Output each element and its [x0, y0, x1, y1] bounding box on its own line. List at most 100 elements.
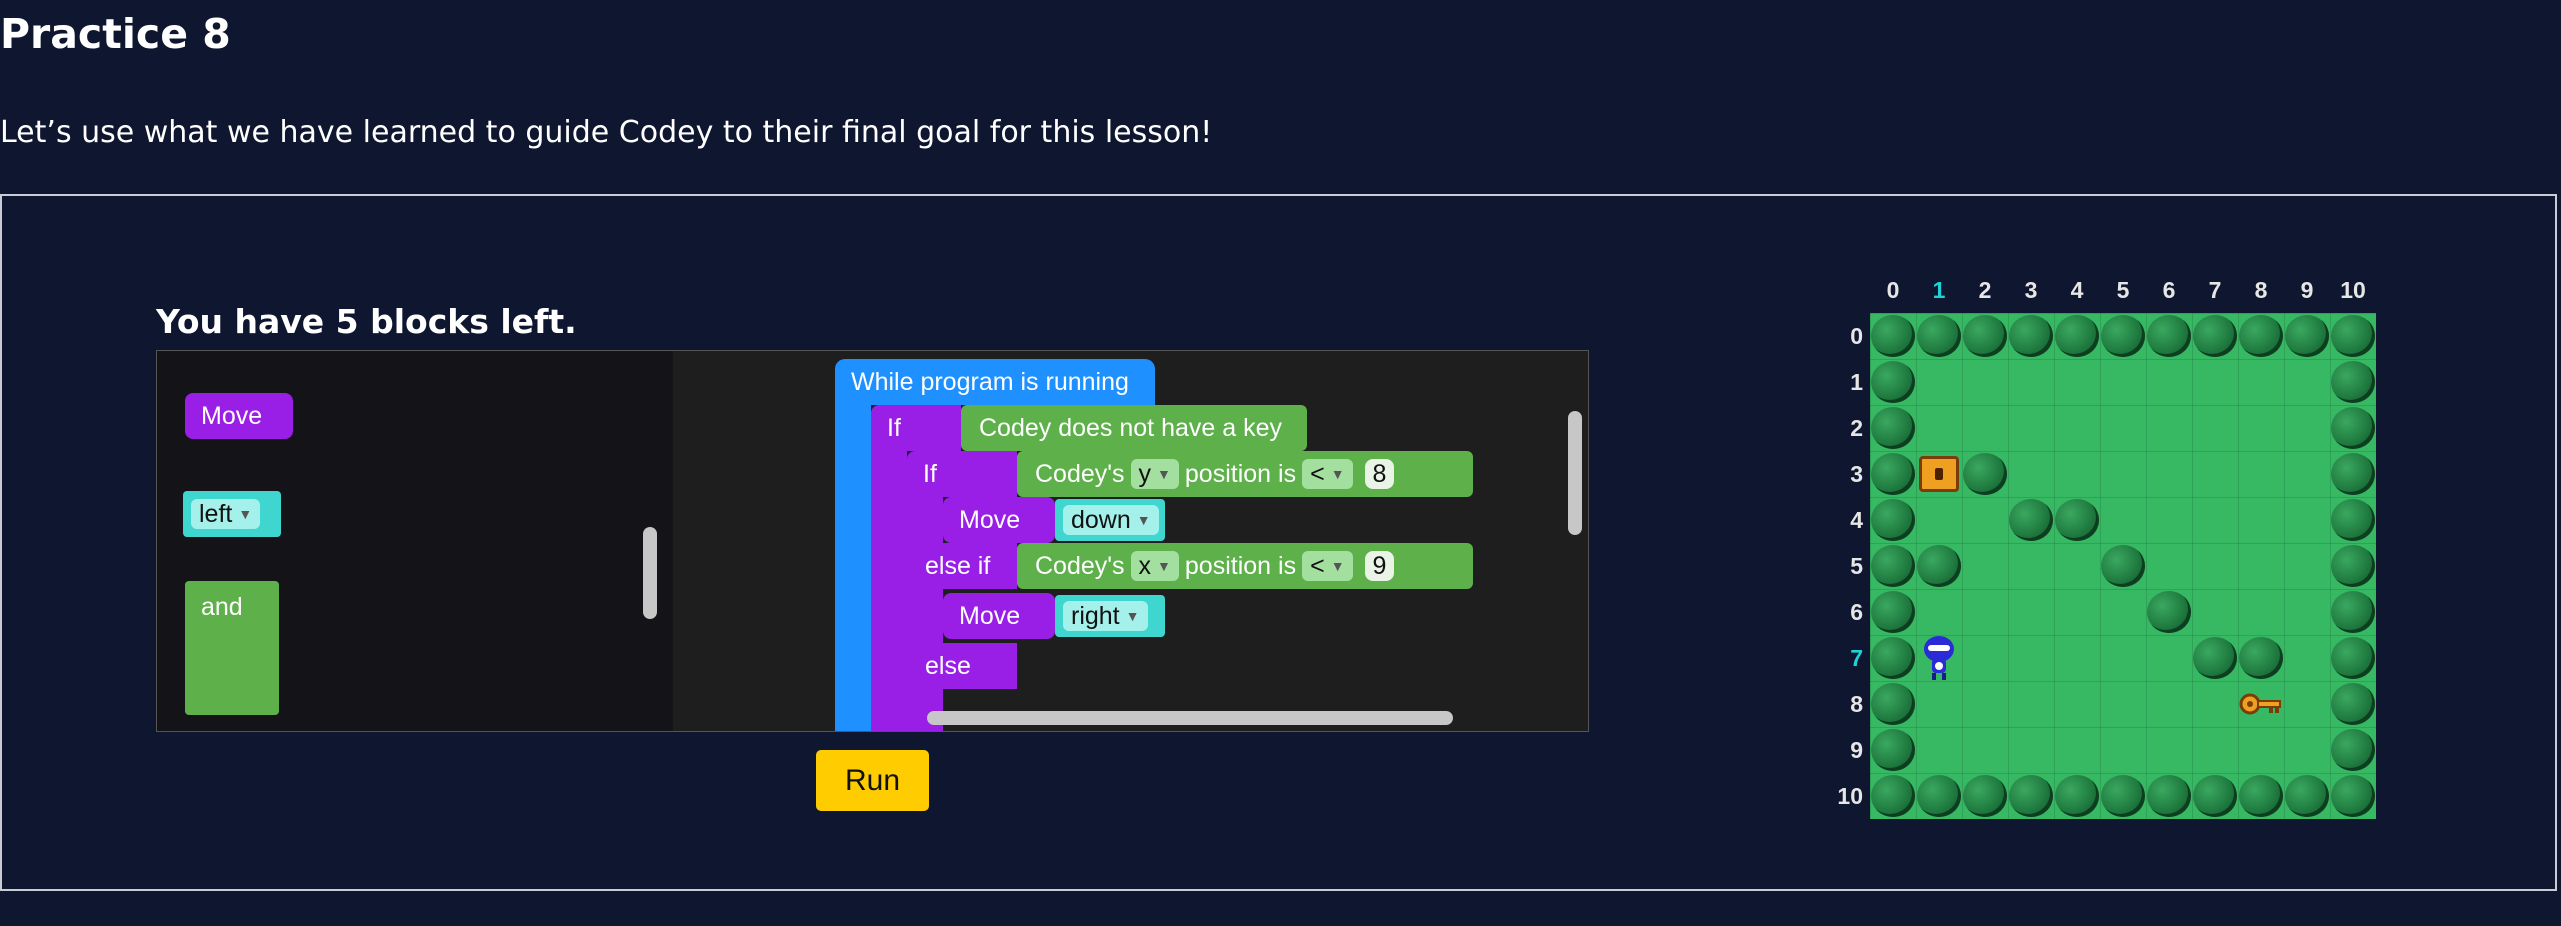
block-toolbox: Move left ▼ and: [157, 351, 673, 731]
bush-tile: [2331, 499, 2375, 541]
bush-tile: [1917, 545, 1961, 587]
map-y-label: 7: [1850, 645, 1863, 671]
bush-tile: [2055, 775, 2099, 817]
else-if-label: else if: [925, 551, 991, 580]
bush-tile: [2009, 499, 2053, 541]
map-x-label: 5: [2116, 277, 2130, 303]
bush-tile: [1871, 407, 1915, 449]
move-label-1: Move: [959, 505, 1021, 534]
bush-tile: [1871, 499, 1915, 541]
map-x-label: 2: [1978, 277, 1992, 303]
toolbox-and-block[interactable]: and: [185, 581, 279, 715]
bush-tile: [1871, 775, 1915, 817]
axis-value-2: x: [1138, 551, 1152, 580]
map-x-label: 1: [1932, 277, 1946, 303]
direction-block-right[interactable]: right ▼: [1055, 595, 1165, 637]
axis-dropdown-2[interactable]: x ▼: [1130, 551, 1179, 581]
condition-y-block[interactable]: Codey's y ▼ position is < ▼ 8: [1017, 451, 1473, 497]
map-x-label: 8: [2254, 277, 2268, 303]
bush-tile: [2101, 775, 2145, 817]
bush-tile: [1871, 361, 1915, 403]
bush-tile: [2331, 407, 2375, 449]
move-block-down[interactable]: Move: [943, 497, 1055, 543]
bush-tile: [2331, 315, 2375, 357]
bush-tile: [2285, 775, 2329, 817]
if-block-outer-arm: [871, 451, 907, 731]
while-block[interactable]: While program is running: [835, 359, 1155, 405]
bush-tile: [2285, 315, 2329, 357]
bush-tile: [2009, 315, 2053, 357]
run-button[interactable]: Run: [816, 750, 929, 811]
bush-tile: [2331, 729, 2375, 771]
bush-tile: [2193, 315, 2237, 357]
map-x-label: 10: [2340, 277, 2366, 303]
map-y-label: 2: [1850, 415, 1863, 441]
move-block-right[interactable]: Move: [943, 593, 1055, 639]
bush-tile: [2239, 315, 2283, 357]
program-canvas[interactable]: While program is running If Codey does n…: [673, 351, 1588, 731]
number-input-2[interactable]: 9: [1364, 551, 1395, 581]
axis-value-1: y: [1138, 459, 1152, 488]
position-is-label-1: position is: [1184, 459, 1297, 488]
condition-x-block[interactable]: Codey's x ▼ position is < ▼ 9: [1017, 543, 1473, 589]
map-x-label: 6: [2162, 277, 2176, 303]
codey-character-icon: [1920, 635, 1958, 681]
toolbox-scrollbar[interactable]: [643, 527, 657, 619]
direction-block-down[interactable]: down ▼: [1055, 499, 1165, 541]
condition-no-key-block[interactable]: Codey does not have a key: [961, 405, 1307, 451]
map-x-label: 9: [2300, 277, 2314, 303]
map-y-label: 8: [1850, 691, 1863, 717]
bush-tile: [2239, 775, 2283, 817]
move-label-2: Move: [959, 601, 1021, 630]
bush-tile: [1871, 545, 1915, 587]
map-y-label: 4: [1850, 507, 1863, 533]
if-block-outer[interactable]: If: [871, 405, 961, 451]
map-y-label: 10: [1837, 783, 1863, 809]
bush-tile: [2331, 775, 2375, 817]
operator-dropdown-2[interactable]: < ▼: [1302, 551, 1353, 581]
axis-dropdown-1[interactable]: y ▼: [1130, 459, 1179, 489]
else-label: else: [925, 651, 971, 680]
lesson-description: Let’s use what we have learned to guide …: [0, 115, 1213, 150]
page-title: Practice 8: [0, 10, 231, 58]
bush-tile: [2147, 315, 2191, 357]
if-label-inner: If: [923, 459, 937, 488]
else-if-label-block: else if: [907, 543, 1017, 589]
bush-tile: [2055, 315, 2099, 357]
toolbox-direction-block[interactable]: left ▼: [183, 491, 281, 537]
while-label: While program is running: [851, 367, 1129, 396]
dropdown-arrow-icon: ▼: [1136, 512, 1151, 528]
codeys-label-1: Codey's: [1035, 459, 1125, 488]
bush-tile: [2147, 775, 2191, 817]
canvas-vertical-scrollbar[interactable]: [1568, 411, 1582, 535]
map-y-label: 0: [1850, 323, 1863, 349]
bush-tile: [2101, 545, 2145, 587]
bush-tile: [2331, 683, 2375, 725]
toolbox-move-block[interactable]: Move: [185, 393, 293, 439]
canvas-horizontal-scrollbar[interactable]: [927, 711, 1453, 725]
block-workspace: Move left ▼ and While program is running…: [156, 350, 1589, 732]
blocks-left-counter: You have 5 blocks left.: [156, 302, 577, 341]
position-is-label-2: position is: [1184, 551, 1297, 580]
operator-dropdown-1[interactable]: < ▼: [1302, 459, 1353, 489]
direction-dropdown-down[interactable]: down ▼: [1063, 505, 1159, 535]
dropdown-arrow-icon: ▼: [1125, 608, 1140, 624]
bush-tile: [1871, 683, 1915, 725]
bush-tile: [1917, 775, 1961, 817]
bush-tile: [2193, 637, 2237, 679]
if-block-inner[interactable]: If: [907, 451, 1017, 497]
bush-tile: [2331, 453, 2375, 495]
condition-no-key-label: Codey does not have a key: [979, 413, 1282, 442]
dropdown-arrow-icon: ▼: [238, 506, 253, 522]
bush-tile: [2331, 545, 2375, 587]
game-map: 0 1 2 3 4 5 6 7 8 9 10 0 1 2 3 4 5 6 7 8 9 10: [1825, 275, 2385, 825]
bush-tile: [2331, 361, 2375, 403]
map-x-label: 4: [2070, 277, 2084, 303]
bush-tile: [1917, 315, 1961, 357]
while-block-arm: [835, 405, 871, 731]
map-x-label: 7: [2208, 277, 2222, 303]
map-grid: [1870, 313, 2376, 819]
number-input-1[interactable]: 8: [1364, 459, 1395, 489]
direction-dropdown-right[interactable]: right ▼: [1063, 601, 1148, 631]
direction-dropdown[interactable]: left ▼: [191, 499, 261, 529]
